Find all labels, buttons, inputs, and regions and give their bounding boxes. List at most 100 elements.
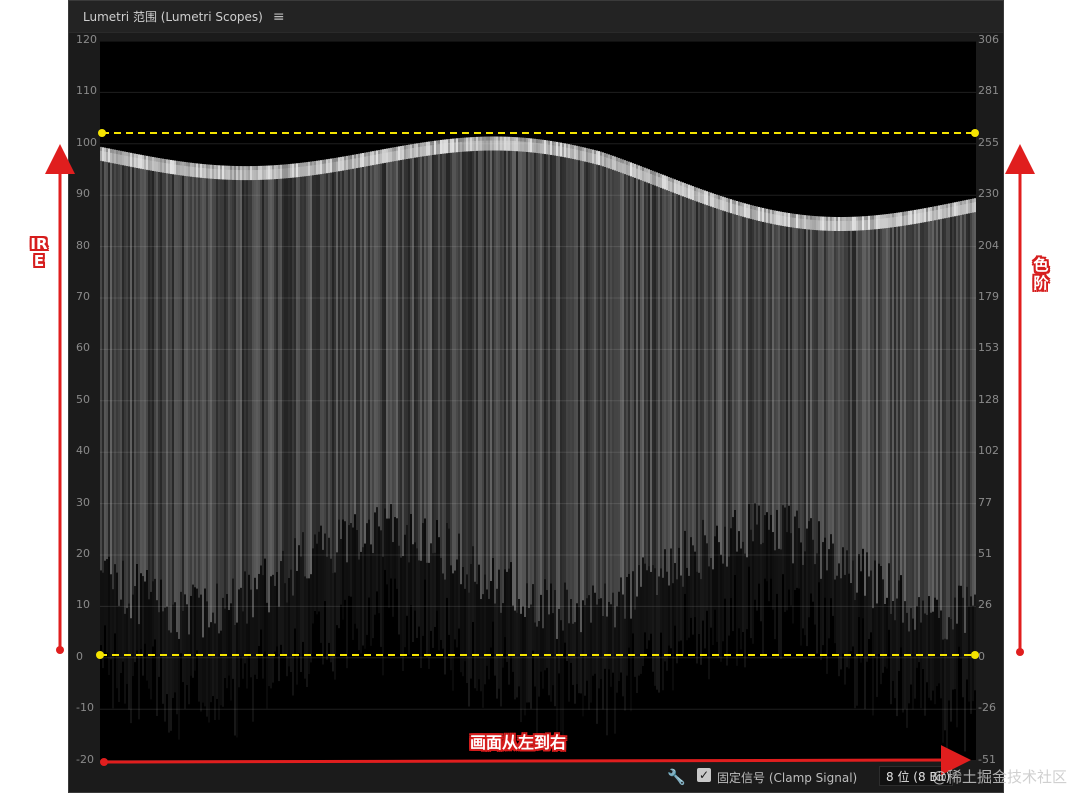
waveform-column — [912, 214, 914, 619]
waveform-noise — [814, 564, 816, 625]
waveform-column — [612, 159, 614, 593]
waveform-highlight — [176, 160, 178, 175]
waveform-noise — [588, 595, 590, 710]
waveform-noise — [638, 565, 640, 676]
waveform-noise — [614, 627, 616, 734]
waveform-highlight — [318, 160, 320, 175]
waveform-noise — [756, 524, 758, 611]
waveform-column — [112, 153, 114, 590]
waveform-highlight — [170, 159, 172, 174]
waveform-noise — [472, 546, 474, 623]
waveform-noise — [968, 606, 970, 702]
waveform-column — [594, 154, 596, 593]
waveform-noise — [146, 570, 148, 681]
waveform-column — [230, 169, 232, 604]
waveform-column — [374, 154, 376, 513]
waveform-highlight — [454, 138, 456, 153]
waveform-highlight — [246, 166, 248, 181]
waveform-highlight — [724, 197, 726, 212]
waveform-column — [684, 187, 686, 531]
waveform-column — [426, 145, 428, 563]
waveform-column — [356, 158, 358, 531]
waveform-noise — [576, 603, 578, 685]
waveform-highlight — [526, 137, 528, 152]
waveform-column — [144, 159, 146, 582]
waveform-highlight — [352, 154, 354, 169]
waveform-highlight — [966, 199, 968, 214]
waveform-column — [248, 170, 250, 575]
waveform-highlight — [138, 154, 140, 169]
waveform-column — [940, 209, 942, 611]
waveform-highlight — [762, 207, 764, 222]
waveform-column — [962, 204, 964, 598]
waveform-noise — [960, 585, 962, 659]
waveform-column — [530, 142, 532, 605]
waveform-noise — [452, 573, 454, 691]
waveform-column — [592, 153, 594, 586]
waveform-highlight — [656, 172, 658, 187]
waveform-noise — [322, 549, 324, 665]
waveform-noise — [936, 599, 938, 687]
waveform-noise — [644, 563, 646, 633]
waveform-highlight — [730, 199, 732, 214]
clamp-signal-checkbox[interactable]: ✓ — [697, 768, 711, 782]
waveform-column — [628, 165, 630, 574]
waveform-column — [686, 187, 688, 568]
waveform-highlight — [906, 211, 908, 226]
waveform-highlight — [216, 165, 218, 180]
waveform-column — [142, 159, 144, 577]
waveform-noise — [512, 605, 514, 672]
waveform-noise — [632, 571, 634, 634]
waveform-column — [736, 204, 738, 552]
waveform-highlight — [874, 215, 876, 230]
waveform-noise — [332, 573, 334, 672]
waveform-column — [796, 218, 798, 511]
waveform-noise — [492, 558, 494, 622]
waveform-highlight — [684, 183, 686, 198]
waveform-highlight — [438, 140, 440, 155]
waveform-column — [444, 143, 446, 580]
waveform-column — [826, 220, 828, 571]
waveform-highlight — [854, 216, 856, 231]
waveform-highlight — [290, 163, 292, 178]
waveform-column — [650, 174, 652, 572]
waveform-column — [758, 210, 760, 506]
waveform-noise — [110, 574, 112, 660]
waveform-noise — [744, 553, 746, 668]
waveform-column — [558, 146, 560, 609]
waveform-noise — [434, 552, 436, 627]
waveform-noise — [298, 545, 300, 654]
waveform-highlight — [148, 156, 150, 171]
waveform-noise — [846, 550, 848, 668]
waveform-highlight — [392, 147, 394, 162]
waveform-highlight — [508, 136, 510, 151]
waveform-column — [734, 204, 736, 511]
waveform-highlight — [928, 207, 930, 222]
waveform-column — [518, 141, 520, 600]
waveform-highlight — [802, 214, 804, 229]
waveform-highlight — [936, 205, 938, 220]
waveform-highlight — [766, 208, 768, 223]
waveform-column — [802, 218, 804, 565]
panel-menu-icon[interactable]: ≡ — [273, 9, 285, 25]
wrench-icon[interactable]: 🔧 — [667, 768, 686, 786]
waveform-noise — [488, 598, 490, 680]
waveform-noise — [438, 537, 440, 651]
waveform-noise — [312, 548, 314, 624]
waveform-column — [780, 215, 782, 550]
waveform-noise — [898, 580, 900, 671]
waveform-noise — [694, 551, 696, 618]
waveform-column — [946, 207, 948, 640]
waveform-highlight — [598, 151, 600, 166]
waveform-column — [330, 162, 332, 559]
waveform-column — [302, 166, 304, 533]
waveform-highlight — [848, 216, 850, 231]
waveform-highlight — [658, 173, 660, 188]
waveform-highlight — [716, 194, 718, 209]
waveform-highlight — [144, 155, 146, 170]
waveform-noise — [242, 611, 244, 679]
waveform-noise — [228, 610, 230, 676]
waveform-noise — [174, 602, 176, 693]
waveform-column — [232, 169, 234, 579]
waveform-noise — [310, 574, 312, 663]
